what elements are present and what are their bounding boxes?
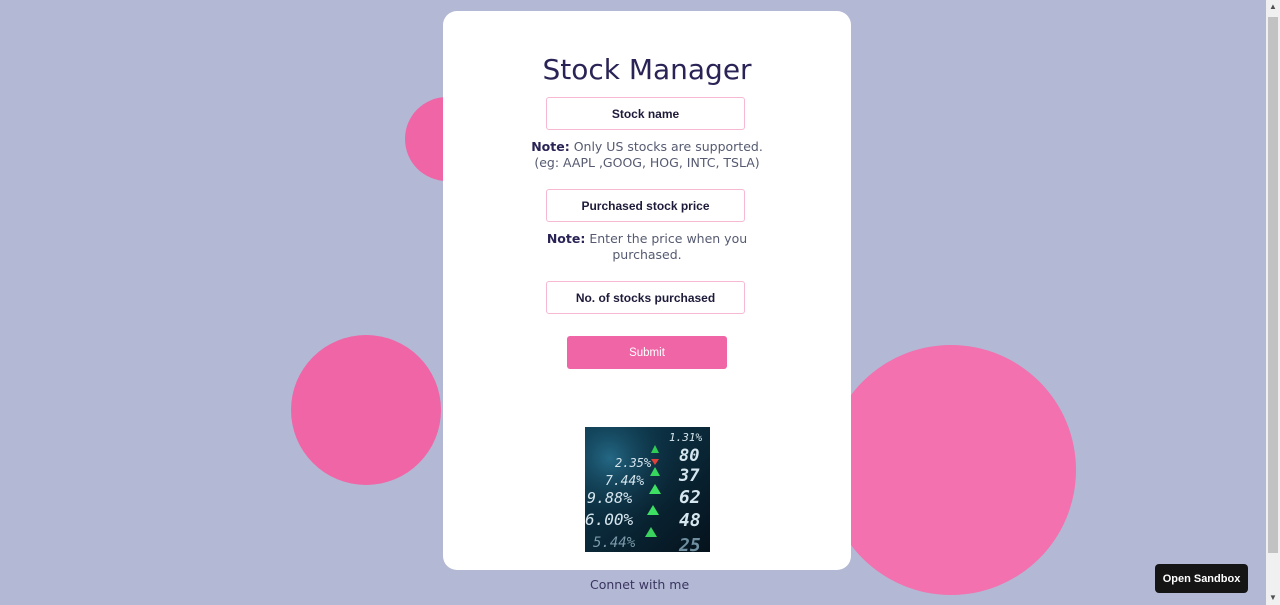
- decor-circle-left: [291, 335, 441, 485]
- page-title: Stock Manager: [542, 53, 752, 86]
- stock-name-note: Note: Only US stocks are supported. (eg:…: [523, 139, 771, 171]
- stock-form-card: Stock Manager Stock name Note: Only US s…: [443, 11, 851, 570]
- ticker-value: 7.44%: [605, 474, 644, 489]
- note-label: Note:: [531, 139, 570, 154]
- ticker-value: 9.88%: [587, 489, 632, 507]
- ticker-value: 37: [678, 466, 700, 486]
- stock-name-input[interactable]: Stock name: [546, 97, 745, 130]
- open-sandbox-button[interactable]: Open Sandbox: [1155, 564, 1248, 593]
- stock-ticker-graphic: 1.31% 80 2.35% 37 7.44% 62 9.88% 48 6.00…: [585, 427, 710, 552]
- note-text: Enter the price when you purchased.: [589, 231, 748, 262]
- stock-quantity-placeholder: No. of stocks purchased: [575, 290, 716, 305]
- scroll-thumb[interactable]: [1268, 17, 1278, 553]
- ticker-value: 80: [679, 446, 699, 466]
- connect-link[interactable]: Connet with me: [590, 577, 689, 592]
- purchase-price-note: Note: Enter the price when you purchased…: [533, 231, 761, 263]
- ticker-value: 5.44%: [593, 535, 636, 551]
- stock-name-placeholder: Stock name: [611, 106, 680, 121]
- ticker-value: 1.31%: [669, 431, 702, 444]
- ticker-value: 2.35%: [615, 456, 652, 470]
- decor-circle-right: [826, 345, 1076, 595]
- scroll-up-icon[interactable]: ▲: [1266, 0, 1280, 14]
- stock-quantity-input[interactable]: No. of stocks purchased: [546, 281, 745, 314]
- vertical-scrollbar[interactable]: ▲ ▼: [1266, 0, 1280, 605]
- ticker-value: 48: [679, 510, 701, 531]
- submit-button[interactable]: Submit: [567, 336, 727, 369]
- note-label: Note:: [546, 231, 586, 246]
- stock-ticker-image: 1.31% 80 2.35% 37 7.44% 62 9.88% 48 6.00…: [585, 427, 710, 552]
- purchase-price-input[interactable]: Purchased stock price: [546, 189, 745, 222]
- ticker-value: 6.00%: [585, 510, 634, 529]
- ticker-value: 62: [679, 487, 701, 508]
- ticker-value: 25: [678, 535, 701, 552]
- scroll-down-icon[interactable]: ▼: [1266, 591, 1280, 605]
- purchase-price-placeholder: Purchased stock price: [581, 198, 710, 213]
